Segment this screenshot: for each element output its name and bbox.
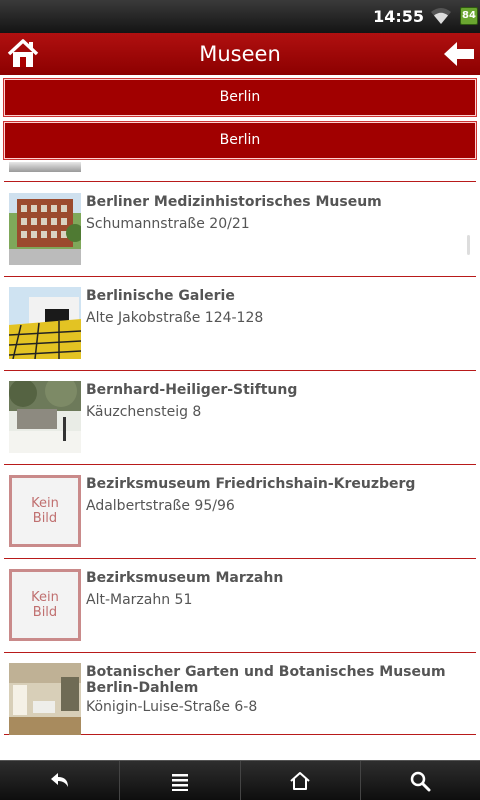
list-item[interactable]: Bernhard-Heiliger-Stiftung Käuzchensteig…: [4, 371, 476, 465]
museum-name: Bezirksmuseum Friedrichshain-Kreuzberg: [86, 476, 416, 492]
museum-name: Bezirksmuseum Marzahn: [86, 570, 284, 586]
museum-thumbnail: [9, 663, 81, 735]
filter-city-button[interactable]: Berlin: [4, 79, 476, 116]
museum-address: Schumannstraße 20/21: [86, 216, 250, 232]
nav-back-button[interactable]: [0, 761, 121, 800]
museum-name: Berlinische Galerie: [86, 288, 235, 304]
no-image-placeholder: Kein Bild: [9, 475, 81, 547]
list-item[interactable]: Kein Bild Bezirksmuseum Marzahn Alt-Marza…: [4, 559, 476, 653]
museum-thumbnail: [9, 381, 81, 453]
museum-thumbnail: [9, 193, 81, 265]
museum-thumbnail: [9, 162, 81, 172]
list-item-partial[interactable]: [4, 162, 476, 182]
list-item[interactable]: Berliner Medizinhistorisches Museum Schu…: [4, 183, 476, 277]
scroll-indicator: [467, 235, 470, 255]
battery-icon: 84: [460, 7, 478, 25]
museum-thumbnail: [9, 287, 81, 359]
museum-list-container[interactable]: Berliner Medizinhistorisches Museum Schu…: [0, 162, 480, 760]
nav-home-button[interactable]: [241, 761, 361, 800]
menu-icon: [171, 774, 188, 791]
museum-address: Alt-Marzahn 51: [86, 592, 193, 608]
status-time: 14:55: [373, 7, 424, 26]
page-title: Museen: [199, 42, 281, 66]
filter-city-button-2[interactable]: Berlin: [4, 122, 476, 159]
museum-address: Käuzchensteig 8: [86, 404, 202, 420]
museum-address: Alte Jakobstraße 124-128: [86, 310, 264, 326]
title-bar: Museen: [0, 33, 480, 75]
list-item[interactable]: Berlinische Galerie Alte Jakobstraße 124…: [4, 277, 476, 371]
list-item[interactable]: Kein Bild Bezirksmuseum Friedrichshain-Kr…: [4, 465, 476, 559]
no-image-placeholder: Kein Bild: [9, 569, 81, 641]
museum-name: Berliner Medizinhistorisches Museum: [86, 194, 382, 210]
museum-address: Adalbertstraße 95/96: [86, 498, 235, 514]
search-icon: [411, 771, 431, 792]
museum-name: Bernhard-Heiliger-Stiftung: [86, 382, 298, 398]
museum-address: Königin-Luise-Straße 6-8: [86, 699, 258, 715]
back-arrow-button[interactable]: [442, 39, 476, 69]
museum-list: Berliner Medizinhistorisches Museum Schu…: [0, 183, 480, 735]
wifi-icon: [431, 8, 451, 24]
nav-menu-button[interactable]: [120, 761, 241, 800]
status-bar: 14:55 84: [0, 0, 480, 33]
bottom-nav-bar: [0, 760, 480, 800]
home-icon: [290, 772, 310, 790]
museum-name: Botanischer Garten und Botanisches Museu…: [86, 664, 446, 696]
back-icon: [50, 773, 68, 787]
nav-search-button[interactable]: [361, 761, 480, 800]
list-item[interactable]: Botanischer Garten und Botanisches Museu…: [4, 653, 476, 735]
